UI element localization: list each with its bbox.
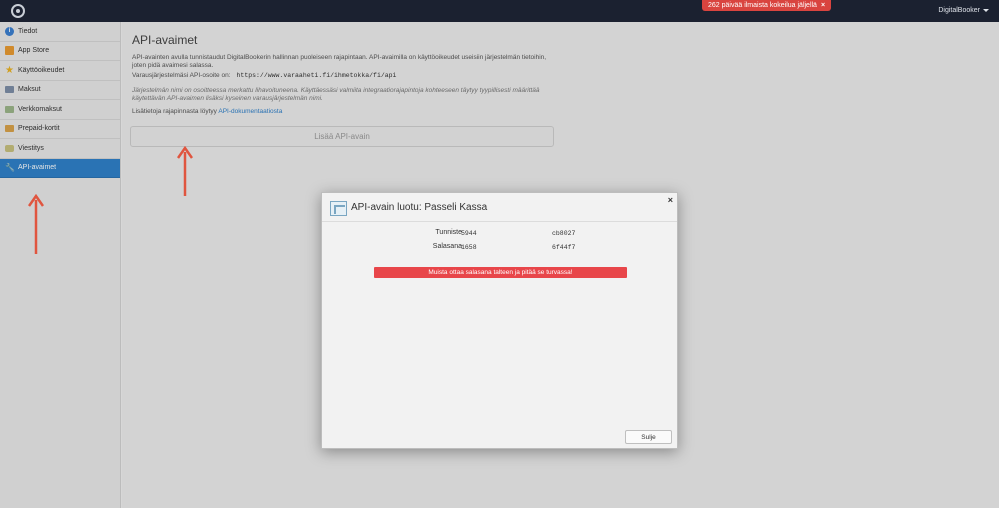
salasana-value-end: 6f44f7 — [552, 244, 576, 251]
top-bar: 262 päivää ilmaista kokeilua jäljellä × D… — [0, 0, 999, 22]
chevron-down-icon — [983, 8, 989, 12]
annotation-arrow-sidebar — [28, 194, 44, 254]
trial-close-icon[interactable]: × — [821, 2, 825, 9]
salasana-label: Salasana — [432, 243, 462, 250]
trial-notice-text: 262 päivää ilmaista kokeilua jäljellä — [708, 2, 817, 9]
modal-title: API-avain luotu: Passeli Kassa — [351, 202, 488, 213]
user-menu-label: DigitalBooker — [938, 7, 980, 14]
tunniste-label: Tunniste — [435, 229, 462, 236]
annotation-arrow-add-button — [177, 146, 193, 196]
trial-notice: 262 päivää ilmaista kokeilua jäljellä × — [702, 0, 832, 11]
close-icon[interactable]: × — [668, 195, 673, 205]
save-password-warning: Muista ottaa salasana talteen ja pitää s… — [374, 267, 627, 278]
tunniste-value-end: cb8027 — [552, 230, 576, 237]
close-button[interactable]: Sulje — [625, 430, 672, 444]
salasana-value-start: 1658 — [461, 244, 477, 251]
window-icon — [330, 201, 347, 216]
modal-header: API-avain luotu: Passeli Kassa × — [322, 193, 677, 222]
logo-icon[interactable] — [11, 4, 25, 18]
tunniste-value-start: 5944 — [461, 230, 477, 237]
user-menu[interactable]: DigitalBooker — [938, 5, 989, 17]
api-key-created-modal: API-avain luotu: Passeli Kassa × Tunnist… — [321, 192, 678, 449]
